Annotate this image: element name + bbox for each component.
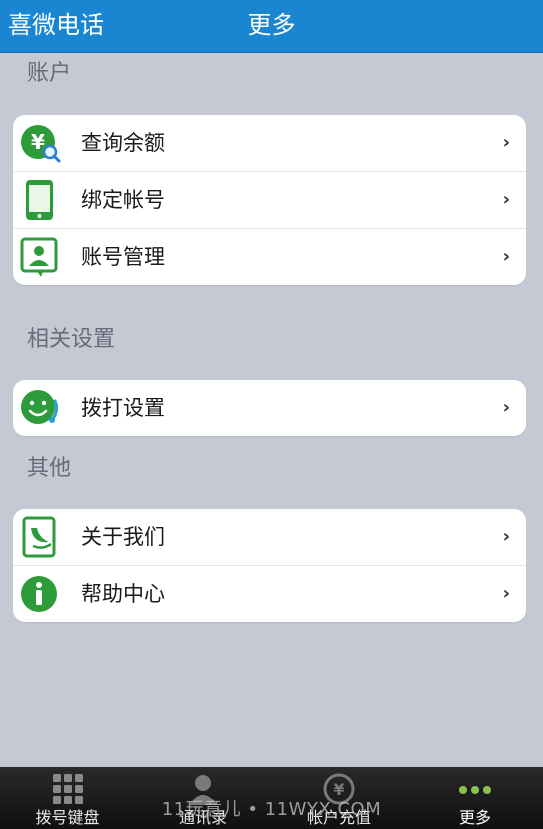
menu-item-about-us[interactable]: 关于我们 ›	[13, 509, 526, 566]
section-title-settings: 相关设置	[27, 327, 116, 352]
menu-item-label: 关于我们	[81, 525, 165, 549]
menu-item-label: 查询余额	[81, 131, 165, 155]
info-icon	[19, 573, 61, 615]
chevron-right-icon: ›	[502, 526, 510, 547]
section-title-account: 账户	[27, 61, 72, 86]
menu-item-bind-account[interactable]: 绑定帐号 ›	[13, 172, 526, 229]
section-title-other: 其他	[27, 456, 72, 481]
menu-item-label: 拨打设置	[81, 396, 165, 420]
watermark: 11玩意儿 • 11WYX.COM	[161, 799, 382, 820]
menu-item-help-center[interactable]: 帮助中心 ›	[13, 566, 526, 622]
chevron-right-icon: ›	[502, 189, 510, 210]
menu-item-check-balance[interactable]: ¥ 查询余额 ›	[13, 115, 526, 172]
phone-icon	[19, 179, 61, 221]
about-leaf-icon	[19, 516, 61, 558]
smiley-headset-icon	[19, 387, 61, 429]
other-group: 关于我们 › 帮助中心 ›	[13, 509, 526, 622]
menu-item-label: 帮助中心	[81, 582, 165, 606]
chevron-right-icon: ›	[502, 583, 510, 604]
menu-item-label: 账号管理	[81, 245, 165, 269]
account-group: ¥ 查询余额 › 绑定帐号 › 账号管理 ›	[13, 115, 526, 285]
menu-item-dial-settings[interactable]: 拨打设置 ›	[13, 380, 526, 436]
chevron-right-icon: ›	[502, 246, 510, 267]
top-bar: 喜微电话 更多	[0, 0, 543, 53]
chevron-right-icon: ›	[502, 132, 510, 153]
chevron-right-icon: ›	[502, 397, 510, 418]
balance-search-icon: ¥	[19, 122, 61, 164]
account-card-icon	[19, 236, 61, 278]
menu-item-account-management[interactable]: 账号管理 ›	[13, 229, 526, 285]
page-title: 更多	[247, 11, 296, 39]
menu-item-label: 绑定帐号	[81, 188, 165, 212]
settings-group: 拨打设置 ›	[13, 380, 526, 436]
